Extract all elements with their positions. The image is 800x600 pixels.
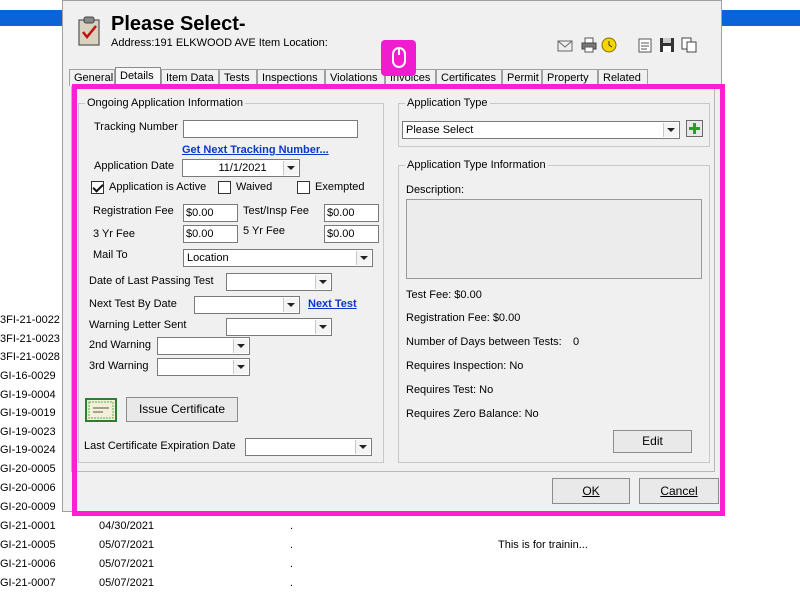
next-test-link[interactable]: Next Test	[308, 298, 357, 310]
application-date-picker[interactable]: 11/1/2021	[182, 159, 300, 177]
click-indicator	[381, 40, 416, 76]
second-warning-label: 2nd Warning	[89, 339, 151, 351]
plus-icon	[689, 123, 700, 134]
chevron-down-icon[interactable]	[315, 320, 330, 334]
tab-inspections[interactable]: Inspections	[257, 69, 325, 86]
tab-details[interactable]: Details	[115, 67, 161, 87]
notes-icon[interactable]	[637, 37, 653, 53]
registration-fee-label: Registration Fee	[93, 205, 174, 217]
application-active-label: Application is Active	[109, 181, 207, 193]
third-warning-date[interactable]	[157, 358, 250, 376]
group-title: Application Type	[407, 97, 488, 109]
group-title: Ongoing Application Information	[87, 97, 243, 109]
test-insp-fee-label: Test/Insp Fee	[243, 205, 310, 217]
application-type-select[interactable]: Please Select	[402, 121, 680, 139]
chevron-down-icon[interactable]	[233, 360, 248, 374]
tracking-number-label: Tracking Number	[94, 121, 178, 133]
save-icon[interactable]	[659, 37, 675, 53]
cancel-button[interactable]: Cancel	[639, 478, 719, 504]
table-row[interactable]: GI-21-0006 05/07/2021 .	[0, 556, 800, 574]
last-cert-expiration-label: Last Certificate Expiration Date	[84, 440, 236, 452]
warning-letter-date[interactable]	[226, 318, 332, 336]
next-test-by-date-label: Next Test By Date	[89, 298, 177, 310]
chevron-down-icon[interactable]	[356, 251, 371, 265]
tab-certificates[interactable]: Certificates	[436, 69, 502, 86]
chevron-down-icon[interactable]	[355, 440, 370, 454]
warning-letter-label: Warning Letter Sent	[89, 319, 187, 331]
three-yr-fee-input[interactable]	[183, 225, 238, 243]
dialog-title: Please Select-	[111, 13, 246, 35]
table-row[interactable]: GI-21-0001 04/30/2021 .	[0, 518, 800, 536]
waived-checkbox[interactable]	[218, 181, 231, 194]
registration-fee-input[interactable]	[183, 204, 238, 222]
tab-permit[interactable]: Permit	[502, 69, 542, 86]
issue-certificate-button[interactable]: Issue Certificate	[126, 397, 238, 422]
chevron-down-icon[interactable]	[233, 339, 248, 353]
copy-icon[interactable]	[681, 37, 697, 53]
add-application-type-button[interactable]	[686, 120, 703, 137]
chevron-down-icon[interactable]	[283, 161, 298, 175]
last-passing-test-date[interactable]	[226, 273, 332, 291]
tab-tests[interactable]: Tests	[219, 69, 257, 86]
details-panel: Ongoing Application Information Tracking…	[71, 86, 715, 472]
three-yr-fee-label: 3 Yr Fee	[93, 228, 135, 240]
exempted-label: Exempted	[315, 181, 365, 193]
requires-zero-balance-text: Requires Zero Balance: No	[406, 408, 539, 420]
registration-fee-text: Registration Fee: $0.00	[406, 312, 521, 324]
chevron-down-icon[interactable]	[663, 123, 678, 137]
next-test-by-date[interactable]	[194, 296, 300, 314]
tab-violations[interactable]: Violations	[325, 69, 385, 86]
please-select-dialog: Please Select- Address:191 ELKWOOD AVE I…	[62, 0, 722, 512]
group-title: Application Type Information	[407, 159, 546, 171]
requires-test-text: Requires Test: No	[406, 384, 494, 396]
mail-to-label: Mail To	[93, 249, 128, 261]
exempted-checkbox[interactable]	[297, 181, 310, 194]
second-warning-date[interactable]	[157, 337, 250, 355]
chevron-down-icon[interactable]	[315, 275, 330, 289]
tracking-number-input[interactable]	[183, 120, 358, 138]
test-insp-fee-input[interactable]	[324, 204, 379, 222]
waived-label: Waived	[236, 181, 273, 193]
get-next-tracking-link[interactable]: Get Next Tracking Number...	[182, 144, 329, 156]
chevron-down-icon[interactable]	[283, 298, 298, 312]
tab-item-data[interactable]: Item Data	[161, 69, 219, 86]
tab-related[interactable]: Related	[598, 69, 648, 86]
tab-general[interactable]: General	[69, 69, 115, 86]
certificate-icon	[85, 398, 117, 422]
third-warning-label: 3rd Warning	[89, 360, 149, 372]
test-fee-text: Test Fee: $0.00	[406, 289, 482, 301]
ok-button[interactable]: OK	[552, 478, 630, 504]
edit-button[interactable]: Edit	[613, 430, 692, 453]
five-yr-fee-label: 5 Yr Fee	[243, 225, 285, 237]
tab-property[interactable]: Property	[542, 69, 598, 86]
five-yr-fee-input[interactable]	[324, 225, 379, 243]
application-date-label: Application Date	[94, 160, 175, 172]
description-label: Description:	[406, 184, 465, 196]
table-row[interactable]: GI-21-0007 05/07/2021 .	[0, 575, 800, 593]
address-line: Address:191 ELKWOOD AVE Item Location:	[111, 37, 328, 49]
clock-icon[interactable]	[601, 37, 617, 53]
days-between-tests-value: 0	[573, 336, 580, 348]
application-active-checkbox[interactable]	[91, 181, 104, 194]
mail-to-select[interactable]: Location	[183, 249, 373, 267]
table-row[interactable]: GI-21-0005 05/07/2021 . This is for trai…	[0, 537, 800, 555]
mouse-icon	[392, 47, 406, 68]
last-cert-expiration-date[interactable]	[245, 438, 372, 456]
description-box	[406, 199, 702, 279]
email-icon[interactable]	[557, 37, 573, 53]
requires-inspection-text: Requires Inspection: No	[406, 360, 524, 372]
last-passing-test-label: Date of Last Passing Test	[89, 275, 214, 287]
days-between-tests-label: Number of Days between Tests:	[406, 336, 562, 348]
clipboard-icon	[78, 16, 100, 46]
printer-icon[interactable]	[581, 37, 597, 53]
